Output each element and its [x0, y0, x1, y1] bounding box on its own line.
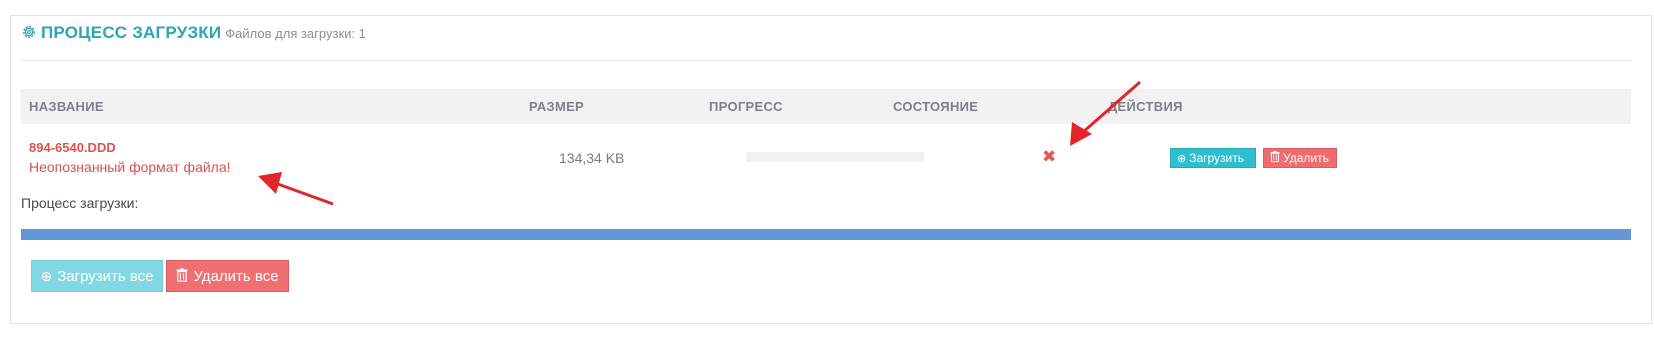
close-icon: ✖ — [1042, 147, 1057, 166]
upload-circle-icon: ⊕ — [40, 267, 53, 284]
page-title: ПРОЦЕСС ЗАГРУЗКИ — [41, 23, 222, 42]
table-header: НАЗВАНИЕ РАЗМЕР ПРОГРЕСС СОСТОЯНИЕ ДЕЙСТ… — [21, 89, 1631, 124]
column-status: СОСТОЯНИЕ — [893, 99, 979, 114]
total-progress-fill — [21, 229, 1631, 240]
file-progress-bar — [746, 152, 924, 162]
total-progress-bar — [21, 229, 1631, 240]
upload-process-label: Процесс загрузки: — [21, 195, 139, 211]
file-size: 134,34 KB — [559, 150, 625, 166]
upload-button[interactable]: ⊕ Загрузить — [1170, 148, 1256, 168]
file-name: 894-6540.DDD — [29, 140, 116, 155]
column-progress: ПРОГРЕСС — [709, 99, 783, 114]
column-name: НАЗВАНИЕ — [29, 99, 104, 114]
delete-button-label: Удалить — [1283, 151, 1329, 165]
upload-button-label: Загрузить — [1189, 151, 1245, 165]
delete-all-button[interactable]: Удалить все — [166, 260, 289, 292]
header-divider — [21, 60, 1631, 61]
file-error-message: Неопознанный формат файла! — [29, 159, 231, 175]
trash-icon — [1270, 151, 1280, 165]
delete-all-label: Удалить все — [193, 267, 279, 285]
column-actions: ДЕЙСТВИЯ — [1108, 99, 1183, 114]
files-count: Файлов для загрузки: 1 — [225, 26, 366, 41]
upload-all-button[interactable]: ⊕ Загрузить все — [31, 260, 163, 292]
upload-circle-icon: ⊕ — [1177, 152, 1187, 165]
trash-icon — [176, 267, 188, 285]
column-size: РАЗМЕР — [529, 99, 585, 114]
upload-all-label: Загрузить все — [57, 267, 154, 285]
gear-icon — [21, 24, 37, 40]
panel-header: ПРОЦЕСС ЗАГРУЗКИ Файлов для загрузки: 1 — [21, 22, 366, 43]
delete-button[interactable]: Удалить — [1263, 148, 1337, 168]
